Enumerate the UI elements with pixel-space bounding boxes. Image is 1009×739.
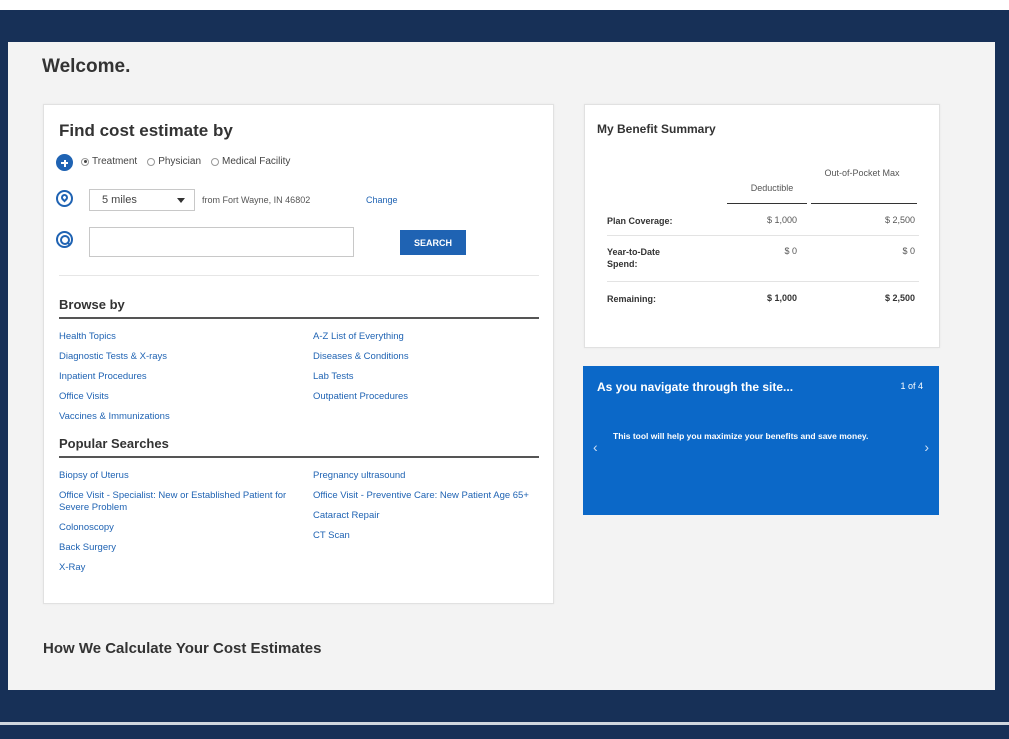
- radio-button[interactable]: [147, 157, 156, 166]
- browse-by-rule: [59, 317, 539, 319]
- popular-right-links: Pregnancy ultrasound Office Visit - Prev…: [313, 466, 543, 546]
- column-header-deductible: Deductible: [750, 183, 794, 193]
- search-button[interactable]: SEARCH: [400, 230, 466, 255]
- link-outpatient-procedures[interactable]: Outpatient Procedures: [313, 387, 409, 407]
- plan-coverage-deductible: $ 1,000: [766, 215, 797, 225]
- benefit-summary-card: My Benefit Summary Deductible Out-of-Poc…: [584, 104, 940, 348]
- find-cost-card: Find cost estimate by Treatment Physicia…: [43, 104, 554, 604]
- how-we-calculate-link[interactable]: How We Calculate Your Cost Estimates: [43, 640, 321, 657]
- plan-coverage-oop: $ 2,500: [884, 215, 915, 225]
- row-rule: [607, 281, 919, 282]
- radio-label: Treatment: [92, 156, 138, 167]
- link-x-ray[interactable]: X-Ray: [59, 558, 299, 578]
- row-label-ytd-spend: Year-to-Date Spend:: [607, 247, 661, 269]
- link-vaccines[interactable]: Vaccines & Immunizations: [59, 407, 170, 427]
- link-pregnancy-ultrasound[interactable]: Pregnancy ultrasound: [313, 466, 543, 486]
- benefit-summary-title: My Benefit Summary: [597, 122, 716, 136]
- find-cost-title: Find cost estimate by: [59, 121, 233, 140]
- ytd-spend-deductible: $ 0: [784, 246, 797, 256]
- chevron-right-icon[interactable]: ›: [924, 439, 929, 455]
- link-office-visits[interactable]: Office Visits: [59, 387, 170, 407]
- link-office-visit-specialist[interactable]: Office Visit - Specialist: New or Establ…: [59, 490, 299, 514]
- search-type-radios: Treatment Physician Medical Facility: [81, 156, 300, 167]
- page-title: Welcome.: [42, 56, 131, 77]
- browse-right-links: A-Z List of Everything Diseases & Condit…: [313, 327, 409, 407]
- radio-label: Physician: [158, 156, 202, 167]
- search-input[interactable]: [89, 227, 354, 257]
- radio-button[interactable]: [81, 157, 89, 166]
- distance-value: 5 miles: [102, 194, 137, 206]
- link-inpatient-procedures[interactable]: Inpatient Procedures: [59, 367, 170, 387]
- link-ct-scan[interactable]: CT Scan: [313, 526, 543, 546]
- chevron-left-icon[interactable]: ‹: [593, 439, 598, 455]
- divider: [59, 275, 539, 276]
- column-rule: [811, 203, 917, 204]
- link-back-surgery[interactable]: Back Surgery: [59, 538, 299, 558]
- radio-medical-facility[interactable]: Medical Facility: [211, 156, 290, 167]
- link-biopsy-uterus[interactable]: Biopsy of Uterus: [59, 466, 299, 486]
- carousel-counter: 1 of 4: [900, 381, 923, 391]
- link-colonoscopy[interactable]: Colonoscopy: [59, 518, 299, 538]
- site-tips-carousel: As you navigate through the site... 1 of…: [583, 366, 939, 515]
- radio-label: Medical Facility: [222, 156, 291, 167]
- distance-select[interactable]: 5 miles: [89, 189, 195, 211]
- link-cataract-repair[interactable]: Cataract Repair: [313, 506, 543, 526]
- link-lab-tests[interactable]: Lab Tests: [313, 367, 409, 387]
- popular-searches-rule: [59, 456, 539, 458]
- remaining-oop: $ 2,500: [884, 293, 915, 303]
- row-label-remaining: Remaining:: [607, 294, 657, 304]
- browse-left-links: Health Topics Diagnostic Tests & X-rays …: [59, 327, 170, 427]
- link-health-topics[interactable]: Health Topics: [59, 327, 170, 347]
- remaining-deductible: $ 1,000: [766, 293, 797, 303]
- location-pin-icon: [56, 190, 73, 207]
- column-rule: [727, 203, 807, 204]
- popular-left-links: Biopsy of Uterus Office Visit - Speciali…: [59, 466, 299, 578]
- link-diseases[interactable]: Diseases & Conditions: [313, 347, 409, 367]
- carousel-title: As you navigate through the site...: [597, 380, 794, 394]
- link-az-list[interactable]: A-Z List of Everything: [313, 327, 409, 347]
- column-header-oop-max: Out-of-Pocket Max: [824, 168, 900, 178]
- radio-treatment[interactable]: Treatment: [81, 156, 137, 167]
- link-diagnostic-tests[interactable]: Diagnostic Tests & X-rays: [59, 347, 170, 367]
- ytd-spend-oop: $ 0: [902, 246, 915, 256]
- plus-icon: [56, 154, 73, 171]
- link-office-visit-preventive[interactable]: Office Visit - Preventive Care: New Pati…: [313, 490, 543, 502]
- carousel-body: This tool will help you maximize your be…: [613, 431, 869, 441]
- radio-physician[interactable]: Physician: [147, 156, 201, 167]
- footer-divider: [0, 722, 1009, 725]
- popular-searches-title: Popular Searches: [59, 436, 169, 451]
- radio-button[interactable]: [211, 157, 220, 166]
- chevron-down-icon: [177, 198, 185, 203]
- row-label-plan-coverage: Plan Coverage:: [607, 216, 673, 226]
- search-icon: [56, 231, 73, 248]
- row-rule: [607, 235, 919, 236]
- location-text: from Fort Wayne, IN 46802: [202, 195, 311, 205]
- browse-by-title: Browse by: [59, 297, 125, 312]
- change-location-link[interactable]: Change: [366, 195, 398, 205]
